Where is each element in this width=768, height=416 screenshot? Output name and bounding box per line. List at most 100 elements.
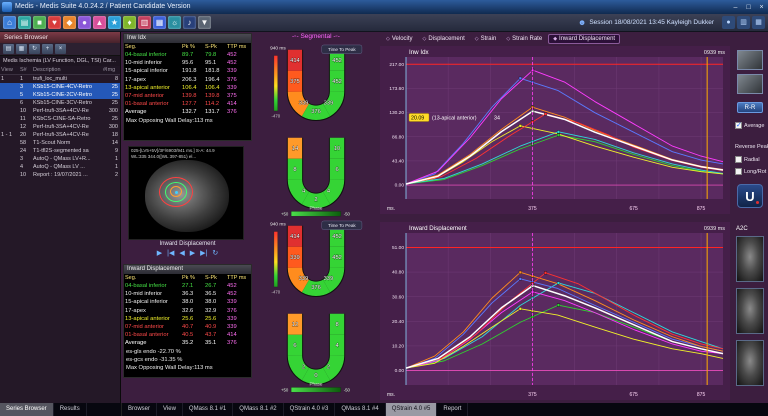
segment-row[interactable]: 01-basal anterior127.7114.2414 [124,100,251,108]
segment-row[interactable]: 13-apical anterior25.625.6339 [124,315,251,323]
series-cell: 25 [103,115,120,123]
segment-row[interactable]: 10-mid inferior36.336.5452 [124,290,251,298]
table-cell: 40.5 [182,331,205,339]
export-icon[interactable]: ▦ [153,16,166,29]
minimize-button[interactable]: – [729,2,742,13]
inw-idx-graph[interactable]: 217.00173.60130.2086.8043.400.00Inw Idx0… [380,46,730,214]
inw-idx-ttp-map-svg[interactable]: 414375339376339452452940 ms-470Time To P… [252,44,380,132]
medis-logo-button[interactable]: U [737,184,763,208]
qflow-icon[interactable]: ◆ [63,16,76,29]
segment-row[interactable]: 17-apex206.3196.4376 [124,76,251,84]
maximize-button[interactable]: □ [742,2,755,13]
segment-row[interactable]: 01-basal anterior40.543.7414 [124,331,251,339]
play-button[interactable]: ▶ [157,249,162,259]
series-cell: 24 [20,147,33,155]
series-thumbnail-1[interactable] [736,236,764,282]
series-row[interactable]: 4AutoQ - QMass LV ...1 [0,163,120,171]
app-tab-qmass-8-1-2[interactable]: QMass 8.1 #2 [233,403,283,416]
svg-text:339: 339 [290,255,300,261]
patient-browser-icon[interactable]: ⌂ [3,16,16,29]
average-checkbox-box[interactable] [735,122,742,129]
series-row[interactable]: 10Report : 19/07/2021 ...2 [0,171,120,179]
rr-interval-button[interactable]: R-R [737,102,763,113]
series-row[interactable]: 24T1-tfl2S-segmented sa9 [0,147,120,155]
mri-viewer[interactable]: 025-[LV5+5V]/3F/6903/941 ms.] S-A: 44.9 … [128,146,244,240]
segment-row[interactable]: 07-mid anterior40.740.9339 [124,323,251,331]
series-row[interactable]: 11KSbCS-CINE-SA-Retro25 [0,115,120,123]
q3d-icon[interactable]: ▲ [93,16,106,29]
prev-frame-button[interactable]: ◀ [179,249,184,259]
segment-row[interactable]: 13-apical anterior106.4106.4339 [124,84,251,92]
average-checkbox[interactable]: Average [735,122,764,129]
series-row[interactable]: 5KSb15-CINE-2CV-Retro25 [0,91,120,99]
series-row[interactable]: 12Perf-trufi-3SA+4CV-Re300 [0,123,120,131]
grid-view-icon[interactable]: ▦ [16,44,27,54]
list-view-icon[interactable]: ▤ [3,44,14,54]
close-button[interactable]: × [755,2,768,13]
app-tab-view[interactable]: View [157,403,183,416]
app-tab-qstrain-4-0-5[interactable]: QStrain 4.0 #5 [386,403,438,416]
refresh-icon[interactable]: ↻ [29,44,40,54]
layout-icon[interactable]: ▦ [752,16,765,29]
inw-idx-phase-map-svg[interactable]: 148424610+50Phase-50 [252,132,380,220]
panel-tab-series-browser[interactable]: Series Browser [0,403,54,416]
segment-row[interactable]: 04-basal inferior27.126.7452 [124,282,251,290]
loop-button[interactable]: ↻ [212,249,218,259]
next-frame-button[interactable]: ▶ [190,249,195,259]
more-icon[interactable]: ▼ [198,16,211,29]
remove-icon[interactable]: × [55,44,66,54]
segment-row[interactable]: 10-mid inferior95.695.1452 [124,59,251,67]
segment-row[interactable]: 15-apical inferior38.038.0339 [124,298,251,306]
app-tab-report[interactable]: Report [437,403,468,416]
snapshot-icon[interactable]: ● [722,16,735,29]
graph-tab-strain[interactable]: ◇Strain [471,35,501,43]
qmass-icon[interactable]: ♥ [48,16,61,29]
last-frame-button[interactable]: ▶| [200,249,207,259]
segment-row[interactable]: 04-basal inferior89.779.8452 [124,51,251,59]
notifications-icon[interactable]: ♪ [183,16,196,29]
longrot-checkbox[interactable]: Long/Rot [735,168,766,175]
segment-row[interactable]: 07-mid anterior139.8139.8375 [124,92,251,100]
chart-view-button-2[interactable] [737,74,763,94]
first-frame-button[interactable]: |◀ [167,249,174,259]
segment-row[interactable]: 15-apical inferior191.8181.8339 [124,67,251,75]
series-row[interactable]: 11trufi_loc_multi8 [0,75,120,83]
qangio-icon[interactable]: ★ [108,16,121,29]
series-thumbnail-3[interactable] [736,340,764,386]
inward-displacement-phase-map-svg[interactable]: 12620248+50Phase-50 [252,308,380,396]
app-tab-qmass-8-1-1[interactable]: QMass 8.1 #1 [183,403,233,416]
qtavi-icon[interactable]: ♦ [123,16,136,29]
film-strip-icon[interactable]: ▥ [737,16,750,29]
study-list-icon[interactable]: ▤ [18,16,31,29]
series-row[interactable]: 58T1-Scout Norm14 [0,139,120,147]
app-tab-browser[interactable]: Browser [122,403,157,416]
radial-checkbox[interactable]: Radial [735,156,760,163]
series-row[interactable]: 6KSb15-CINE-3CV-Retro25 [0,99,120,107]
inward-displacement-graph[interactable]: 51.0040.8030.6020.4010.200.00Inward Disp… [380,222,730,400]
series-row[interactable]: 3KSb15-CINE-4CV-Retro25 [0,83,120,91]
add-icon[interactable]: + [42,44,53,54]
qstrain-icon[interactable]: ● [78,16,91,29]
report-module-icon[interactable]: ▥ [138,16,151,29]
segment-row[interactable]: 17-apex32.632.9376 [124,307,251,315]
series-row[interactable]: 3AutoQ - QMass LV+R...1 [0,155,120,163]
svg-text:+50: +50 [281,212,289,217]
app-tab-qmass-8-1-4[interactable]: QMass 8.1 #4 [335,403,385,416]
graph-tab-strain-rate[interactable]: ◇Strain Rate [502,35,546,43]
graph-tab-displacement[interactable]: ◇Displacement [419,35,469,43]
inward-displacement-ttp-map-svg[interactable]: 414339339376339452452940 ms-470Time To P… [252,220,380,308]
chart-view-button-1[interactable] [737,50,763,70]
series-row[interactable]: 10Perf-trufi-3SA+4CV-Re300 [0,107,120,115]
graph1-chart[interactable]: 217.00173.60130.2086.8043.400.00Inw Idx0… [380,46,730,214]
radial-checkbox-box[interactable] [735,156,742,163]
series-row[interactable]: 1 - 120Perf-trufi-3SA+4CV-Re18 [0,131,120,139]
graph-tab-inward-displacement[interactable]: ◆Inward Displacement [548,34,620,44]
graph2-chart[interactable]: 51.0040.8030.6020.4010.200.00Inward Disp… [380,222,730,400]
settings-icon[interactable]: ☼ [168,16,181,29]
series-thumbnail-2[interactable] [736,288,764,334]
series-viewer-icon[interactable]: ■ [33,16,46,29]
longrot-checkbox-box[interactable] [735,168,742,175]
graph-tab-velocity[interactable]: ◇Velocity [382,35,417,43]
app-tab-qstrain-4-0-3[interactable]: QStrain 4.0 #3 [284,403,336,416]
panel-tab-results[interactable]: Results [54,403,87,416]
